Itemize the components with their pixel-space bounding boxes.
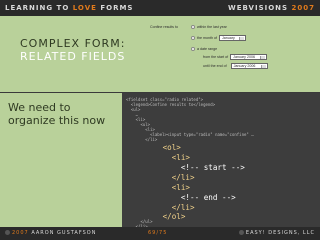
- body-text: We need to organize this now: [8, 101, 106, 127]
- until-row: until the end of January 2006: [203, 62, 268, 69]
- until-select-value: January 2006: [233, 63, 256, 68]
- footer-company-name: EASY! DESIGNS, LLC: [245, 230, 315, 236]
- code-comment-end: <!-- end -->: [126, 193, 236, 202]
- page-number: 69/75: [148, 230, 168, 236]
- code-line-emphasis: </li>: [126, 173, 195, 182]
- option-month-of[interactable]: the month of January: [191, 34, 246, 41]
- from-row: from the start of January 2006: [203, 53, 268, 60]
- until-label: until the end of: [203, 63, 227, 68]
- from-select-value: January 2006: [233, 54, 255, 59]
- event-year: 2007: [291, 4, 315, 12]
- presentation-title-post: FORMS: [96, 4, 134, 12]
- event-name: WEBVISIONS 2007: [228, 4, 315, 12]
- code-line-emphasis: <ol>: [126, 143, 181, 152]
- presentation-title: LEARNING TO LOVE FORMS: [5, 4, 133, 12]
- option-date-range[interactable]: a date range: [191, 45, 217, 52]
- slide-title-line1: COMPLEX FORM:: [20, 37, 126, 50]
- until-select[interactable]: January 2006: [230, 62, 268, 69]
- radio-month-of[interactable]: [191, 35, 195, 40]
- label-within-last-year: within the last year: [197, 24, 227, 29]
- presentation-title-pre: LEARNING TO: [5, 4, 73, 12]
- title-panel: COMPLEX FORM: RELATED FIELDS Confine res…: [0, 16, 320, 92]
- month-select[interactable]: January: [218, 34, 246, 41]
- radio-within-last-year[interactable]: [191, 24, 195, 29]
- code-line-emphasis: <li>: [126, 183, 191, 192]
- footer-copyright: 2007 AARON GUSTAFSON: [5, 230, 96, 236]
- copyright-icon: [5, 230, 10, 235]
- event-name-main: WEBVISIONS: [228, 4, 292, 12]
- option-within-last-year[interactable]: within the last year: [191, 23, 227, 30]
- top-bar: LEARNING TO LOVE FORMS WEBVISIONS 2007: [0, 0, 320, 16]
- presentation-title-highlight: LOVE: [72, 4, 97, 12]
- from-select[interactable]: January 2006: [230, 53, 268, 60]
- code-line-emphasis: </li>: [126, 203, 195, 212]
- footer: 2007 AARON GUSTAFSON 69/75 EASY! DESIGNS…: [0, 227, 320, 240]
- form-legend-row: Confine results to: [150, 23, 178, 30]
- chevron-down-icon: [260, 64, 266, 68]
- radio-date-range[interactable]: [191, 46, 195, 51]
- code-comment-start: <!-- start -->: [126, 163, 245, 172]
- form-legend: Confine results to: [150, 24, 178, 29]
- slide-title-line2: RELATED FIELDS: [20, 50, 126, 63]
- company-logo-icon: [238, 230, 244, 235]
- body-panel: We need to organize this now: [0, 93, 122, 227]
- chevron-down-icon: [260, 55, 266, 59]
- chevron-down-icon: [238, 36, 244, 40]
- label-month-of: the month of: [197, 35, 217, 40]
- code-block: <fieldset class="radio related"> <legend…: [122, 93, 320, 239]
- code-line: </li>: [126, 137, 158, 142]
- footer-company: EASY! DESIGNS, LLC: [238, 230, 315, 236]
- footer-year: 2007: [12, 230, 29, 236]
- footer-author: AARON GUSTAFSON: [28, 230, 97, 236]
- month-select-value: January: [221, 35, 235, 40]
- label-date-range: a date range: [197, 46, 218, 51]
- slide-title: COMPLEX FORM: RELATED FIELDS: [20, 37, 126, 64]
- from-label: from the start of: [203, 54, 229, 59]
- code-line-emphasis: <li>: [126, 153, 191, 162]
